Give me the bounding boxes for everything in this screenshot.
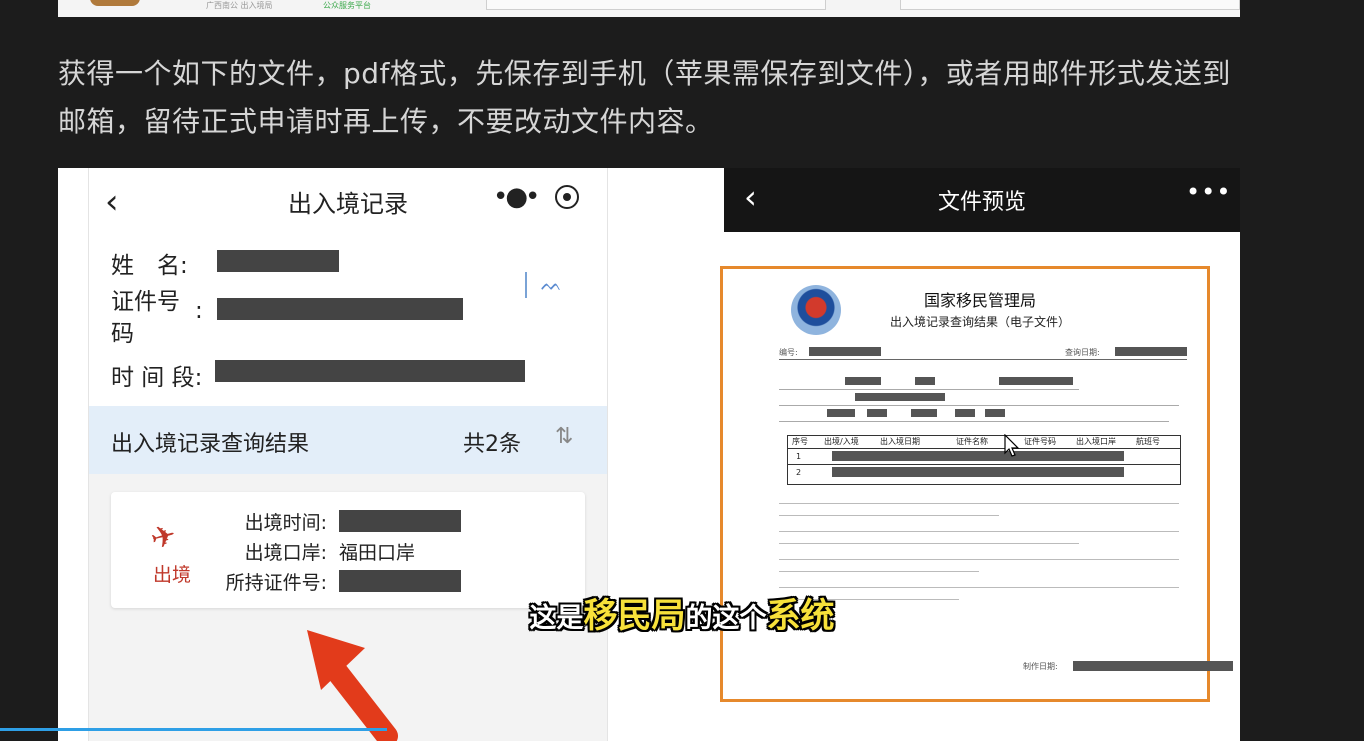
doc-redacted bbox=[985, 409, 1005, 417]
row-number: 1 bbox=[796, 452, 802, 461]
viewer-header: ‹ 文件预览 ••• bbox=[724, 168, 1240, 232]
row-number: 2 bbox=[796, 468, 802, 477]
doc-text-line bbox=[779, 421, 1169, 422]
row-redacted bbox=[832, 467, 1124, 477]
doc-redacted bbox=[845, 377, 881, 385]
id-label: 证件号 bbox=[111, 289, 180, 315]
plane-icon: ✈ bbox=[146, 517, 181, 558]
doc-redacted bbox=[827, 409, 855, 417]
doc-text-line bbox=[779, 389, 1079, 390]
doc-redacted bbox=[999, 377, 1073, 385]
th-direction: 出境/入境 bbox=[824, 437, 859, 446]
doc-redacted bbox=[955, 409, 975, 417]
doc-note-line bbox=[779, 559, 1179, 560]
doc-no-label: 编号: bbox=[779, 348, 798, 357]
period-redacted bbox=[215, 360, 525, 382]
sort-icon[interactable]: ⇅ bbox=[555, 424, 573, 449]
intro-paragraph: 获得一个如下的文件，pdf格式，先保存到手机（苹果需保存到文件），或者用邮件形式… bbox=[58, 57, 1231, 138]
th-doc-no: 证件号码 bbox=[1024, 437, 1056, 446]
table-rule bbox=[788, 448, 1180, 449]
phone-header: ‹ 出入境记录 •●• bbox=[89, 168, 607, 230]
th-doc-name: 证件名称 bbox=[956, 437, 988, 446]
strip-frame bbox=[486, 0, 826, 10]
video-subtitle: 这是移民局的这个系统 bbox=[0, 588, 1364, 637]
strip-left-text: 广西南公 出入境局 bbox=[206, 1, 273, 10]
doc-org-name: 国家移民管理局 bbox=[923, 291, 1036, 310]
doc-note-line bbox=[779, 571, 979, 572]
doc-redacted bbox=[915, 377, 935, 385]
th-date: 出入境日期 bbox=[880, 437, 920, 446]
doc-redacted bbox=[911, 409, 937, 417]
doc-date-redacted bbox=[1115, 347, 1187, 356]
strip-frame bbox=[900, 0, 1240, 10]
exit-time-label: 出境时间: bbox=[244, 512, 327, 534]
doc-divider bbox=[779, 359, 1187, 360]
doc-note-line bbox=[779, 531, 1179, 532]
th-port: 出入境口岸 bbox=[1076, 437, 1116, 446]
doc-note-line bbox=[779, 543, 1079, 544]
name-redacted bbox=[217, 250, 339, 272]
video-progress-bar[interactable] bbox=[0, 728, 1364, 731]
subtitle-part2: 的这个 bbox=[685, 603, 767, 634]
doc-redacted bbox=[855, 393, 945, 401]
doc-date-label: 查询日期: bbox=[1065, 348, 1100, 357]
eye-closed-icon[interactable]: ᨓ bbox=[541, 274, 562, 295]
doc-text-line bbox=[779, 405, 1179, 406]
sign-date-redacted bbox=[1073, 661, 1233, 671]
exit-tag: 出境 bbox=[153, 564, 192, 586]
emblem-fragment bbox=[90, 0, 140, 6]
row-redacted bbox=[832, 451, 1124, 461]
screenshot-composite: ‹ 出入境记录 •●• 姓 名: 证件号 码 : ᨓ 时 间 段: 出入境记录查… bbox=[58, 168, 1240, 741]
doc-note-line bbox=[779, 503, 1179, 504]
more-icon[interactable]: •●• bbox=[493, 182, 540, 212]
id-label-line2: 码 bbox=[111, 321, 134, 347]
viewer-title: 文件预览 bbox=[937, 190, 1026, 215]
file-preview-screen: ‹ 文件预览 ••• 国家移民管理局 出入境记录查询结果（电子文件） 编号: 查… bbox=[720, 168, 1240, 741]
sign-date-label: 制作日期: bbox=[1023, 662, 1058, 671]
subtitle-highlight-2: 系统 bbox=[766, 596, 835, 636]
strip-green-text: 公众服务平台 bbox=[323, 1, 371, 10]
subtitle-part1: 这是 bbox=[529, 603, 584, 634]
eye-separator bbox=[525, 272, 527, 298]
previous-image-strip: 广西南公 出入境局 公众服务平台 bbox=[58, 0, 1240, 17]
phone-record-screen: ‹ 出入境记录 •●• 姓 名: 证件号 码 : ᨓ 时 间 段: 出入境记录查… bbox=[88, 168, 608, 741]
more-icon[interactable]: ••• bbox=[1186, 178, 1231, 206]
exit-port-label: 出境口岸: bbox=[244, 542, 327, 564]
result-header: 出入境记录查询结果 共2条 ⇅ bbox=[89, 406, 607, 474]
doc-redacted bbox=[867, 409, 887, 417]
th-seq: 序号 bbox=[792, 437, 808, 446]
period-label: 时 间 段: bbox=[111, 365, 203, 391]
table-rule bbox=[788, 464, 1180, 465]
doc-subtitle: 出入境记录查询结果（电子文件） bbox=[889, 315, 1070, 329]
doc-no-redacted bbox=[809, 347, 881, 356]
subtitle-highlight-1: 移民局 bbox=[583, 596, 686, 636]
close-miniprogram-icon[interactable] bbox=[555, 185, 579, 209]
id-colon: : bbox=[195, 298, 203, 324]
result-title: 出入境记录查询结果 bbox=[111, 432, 310, 457]
mouse-cursor-icon bbox=[1004, 434, 1020, 457]
th-flight: 航班号 bbox=[1136, 437, 1160, 446]
record-table: 序号 出境/入境 出入境日期 证件名称 证件号码 出入境口岸 航班号 1 2 bbox=[787, 435, 1181, 485]
result-count: 共2条 bbox=[463, 432, 521, 457]
exit-time-redacted bbox=[339, 510, 461, 532]
video-progress-fill bbox=[0, 728, 388, 731]
exit-port-value: 福田口岸 bbox=[339, 542, 416, 564]
id-redacted bbox=[217, 298, 463, 320]
name-label: 姓 名: bbox=[111, 253, 188, 279]
doc-note-line bbox=[779, 515, 999, 516]
